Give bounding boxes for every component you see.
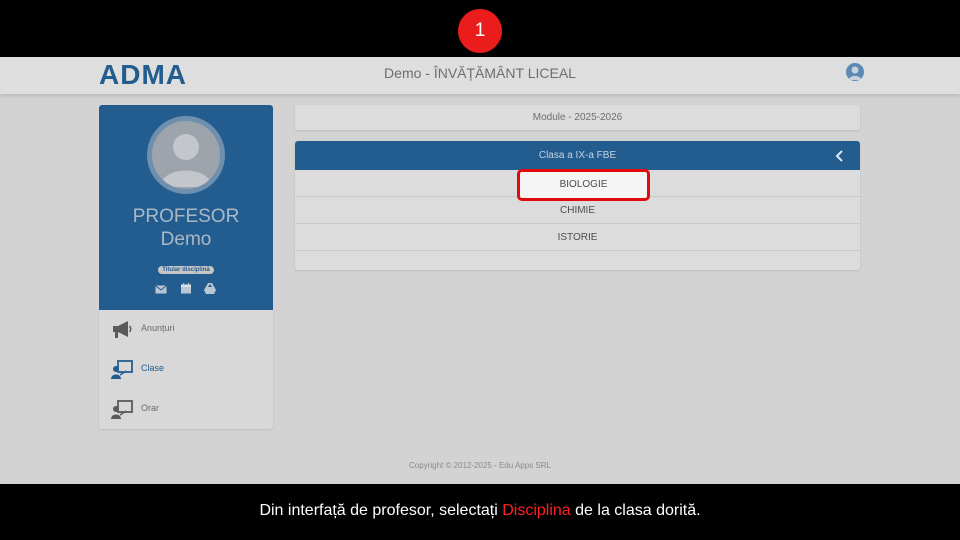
top-bar: 1 <box>0 0 960 57</box>
email-icon[interactable] <box>155 284 167 295</box>
menu-item-clase[interactable]: Clase <box>99 350 273 390</box>
menu-item-orar[interactable]: Orar <box>99 390 273 430</box>
instruction-caption: Din interfață de profesor, selectați Dis… <box>0 502 960 520</box>
header-title: Demo - ÎNVĂȚĂMÂNT LICEAL <box>384 65 576 81</box>
step-badge: 1 <box>458 9 502 53</box>
side-menu: Anunțuri Clase Orar <box>99 310 273 429</box>
classroom-icon <box>111 360 133 379</box>
subject-row-istorie[interactable]: ISTORIE <box>295 224 860 251</box>
menu-item-anunturi[interactable]: Anunțuri <box>99 310 273 350</box>
subject-row-chimie[interactable]: CHIMIE <box>295 197 860 224</box>
avatar <box>147 116 225 194</box>
drive-icon[interactable] <box>204 283 216 294</box>
menu-label: Anunțuri <box>141 323 175 333</box>
profile-role: PROFESOR <box>132 206 240 227</box>
footer-copyright: Copyright © 2012-2025 - Edu Apps SRL <box>409 461 551 470</box>
class-title: Clasa a IX-a FBE <box>538 150 617 161</box>
highlighted-subject-biologie[interactable]: BIOLOGIE <box>517 169 650 201</box>
app-window: ADMA Demo - ÎNVĂȚĂMÂNT LICEAL PROFESOR D… <box>0 57 960 484</box>
schedule-icon <box>111 400 133 419</box>
menu-label: Orar <box>141 403 159 413</box>
class-panel: Clasa a IX-a FBE CHIMIE ISTORIE <box>295 141 860 270</box>
caption-highlight: Disciplina <box>502 502 571 519</box>
caption-bar: Din interfață de profesor, selectați Dis… <box>0 484 960 540</box>
user-account-icon[interactable] <box>846 63 864 81</box>
caption-text: Din interfață de profesor, selectați <box>259 502 503 519</box>
caption-text-end: de la clasa dorită. <box>570 502 701 519</box>
megaphone-icon <box>113 321 132 338</box>
profile-card: PROFESOR Demo Titular disciplină <box>99 105 273 310</box>
menu-label: Clase <box>141 363 165 373</box>
class-header[interactable]: Clasa a IX-a FBE <box>295 141 860 170</box>
role-badge: Titular disciplină <box>158 266 214 274</box>
module-selector[interactable]: Module - 2025-2026 <box>295 105 860 130</box>
chevron-left-icon[interactable] <box>835 150 845 162</box>
tutorial-frame: 1 ADMA Demo - ÎNVĂȚĂMÂNT LICEAL PROFESOR… <box>0 0 960 540</box>
calendar-icon[interactable] <box>180 283 192 294</box>
app-header: ADMA Demo - ÎNVĂȚĂMÂNT LICEAL <box>0 57 960 94</box>
user-avatar-icon <box>160 134 212 187</box>
profile-name: Demo <box>160 229 212 250</box>
